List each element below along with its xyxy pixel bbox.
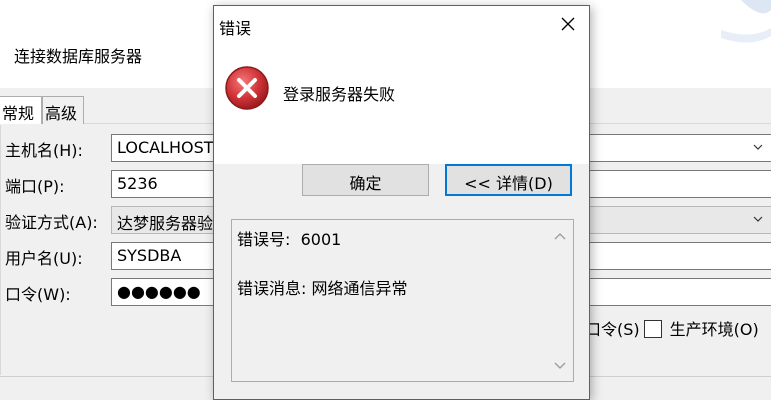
dialog-titlebar: 错误 xyxy=(214,6,589,42)
dialog-title: 错误 xyxy=(219,19,252,38)
close-icon xyxy=(561,17,575,31)
header-decoration xyxy=(721,0,771,43)
user-label: 用户名(U): xyxy=(5,249,83,268)
production-env-checkbox[interactable] xyxy=(643,320,662,338)
details-scrollbar[interactable] xyxy=(547,220,573,381)
dialog-body: 登录服务器失败 xyxy=(214,42,589,164)
auth-value: 达梦服务器验 xyxy=(117,214,214,233)
scroll-down-icon[interactable] xyxy=(554,362,566,370)
password-value: ●●●●●● xyxy=(117,282,201,301)
error-icon xyxy=(225,66,269,110)
error-code-line: 错误号: 6001 xyxy=(237,226,341,250)
host-label: 主机名(H): xyxy=(5,141,83,160)
header-title: 连接数据库服务器 xyxy=(14,47,143,66)
chevron-down-icon[interactable] xyxy=(753,214,763,224)
error-code-value: 6001 xyxy=(300,230,342,249)
details-button[interactable]: << 详情(D) xyxy=(445,164,572,196)
password-label: 口令(W): xyxy=(5,285,71,304)
host-value: LOCALHOST xyxy=(117,138,214,157)
username-value: SYSDBA xyxy=(117,246,182,265)
production-env-label: 生产环境(O) xyxy=(669,320,759,339)
chevron-down-icon[interactable] xyxy=(753,142,763,152)
error-code-label: 错误号: xyxy=(237,230,291,249)
port-label: 端口(P): xyxy=(5,177,65,196)
save-password-label: 口令(S) xyxy=(585,320,640,339)
details-textbox[interactable]: 错误号: 6001 错误消息: 网络通信异常 xyxy=(231,219,574,382)
scroll-up-icon[interactable] xyxy=(554,232,566,240)
tab-general[interactable]: 常规 xyxy=(0,96,42,124)
options-row: 口令(S) 生产环境(O) xyxy=(585,316,759,340)
error-dialog: 错误 登录服务器失败 确定 << 详情(D) 错误号: 6001 错误消息: 网… xyxy=(213,5,590,400)
port-value: 5236 xyxy=(117,174,158,193)
tab-advanced[interactable]: 高级 xyxy=(42,96,84,124)
ok-button[interactable]: 确定 xyxy=(302,164,429,196)
error-message-line: 错误消息: 网络通信异常 xyxy=(237,279,408,298)
error-message: 登录服务器失败 xyxy=(283,85,396,104)
auth-label: 验证方式(A): xyxy=(5,213,98,232)
close-button[interactable] xyxy=(553,10,583,38)
